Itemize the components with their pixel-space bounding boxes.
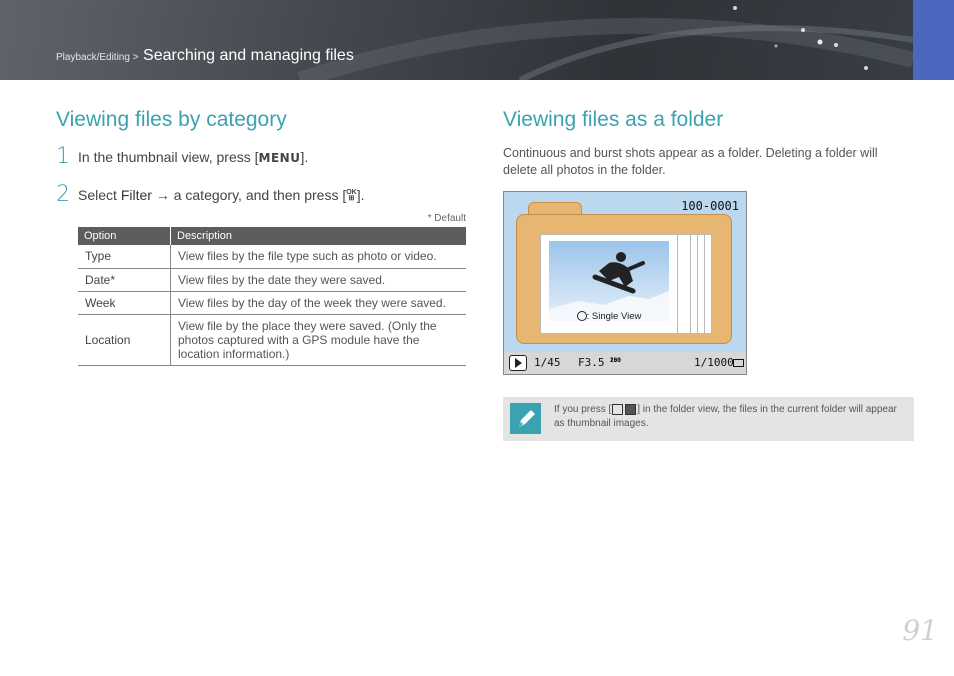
breadcrumb-section: Playback/Editing > (56, 52, 139, 63)
step-2: 2 Select Filter → a category, and then p… (56, 182, 365, 207)
default-note: * Default (427, 213, 466, 224)
playback-icon (509, 355, 527, 371)
breadcrumb-page: Searching and managing files (143, 47, 354, 64)
camera-screen-illustration: 100-0001 : Single View 1/45 F3.5 ISO 200 … (503, 191, 747, 375)
step-1: 1 In the thumbnail view, press [MENU]. (56, 144, 309, 169)
table-row: Type View files by the file type such as… (78, 245, 466, 269)
table-row: Week View files by the day of the week t… (78, 291, 466, 315)
snowboarder-icon (549, 252, 669, 321)
menu-key-icon: MENU (258, 151, 301, 165)
table-cell-option: Type (78, 245, 171, 269)
table-cell-option: Date* (78, 268, 171, 292)
ok-key-bottom: ⊞ (348, 195, 355, 203)
step-2-text-after: ]. (356, 187, 365, 203)
table-row: Date* View files by the date they were s… (78, 268, 466, 292)
ok-key-icon: OK ⊞ (346, 189, 357, 203)
zoom-out-icon (625, 403, 637, 415)
table-cell-description: View files by the day of the week they w… (170, 291, 466, 315)
snowboarder-image: : Single View (549, 241, 669, 321)
table-cell-description: View file by the place they were saved. … (170, 314, 466, 366)
tip-text: If you press [] in the folder view, the … (554, 403, 910, 431)
aperture-value: F3.5 (578, 356, 605, 369)
shutter-speed: 1/1000 (694, 356, 734, 369)
header-swirl-decoration (297, 6, 915, 80)
file-counter: 100-0001 (681, 199, 739, 213)
table-row: Location View file by the place they wer… (78, 314, 466, 366)
table-cell-description: View files by the date they were saved. (170, 268, 466, 292)
table-header-description: Description (170, 227, 466, 245)
folder-cover-photo: : Single View (540, 234, 678, 334)
folder-description: Continuous and burst shots appear as a f… (503, 146, 878, 177)
table-cell-description: View files by the file type such as phot… (170, 245, 466, 269)
camera-status-bar: 1/45 F3.5 ISO 200 1/1000 (504, 352, 746, 374)
battery-icon (733, 359, 744, 367)
step-2-filter-label: Filter (120, 187, 152, 203)
step-1-text-before: In the thumbnail view, press [ (78, 149, 259, 165)
single-view-hint: : Single View (549, 311, 669, 321)
thumbnail-view-icon (612, 403, 624, 415)
pencil-icon (510, 403, 541, 434)
header-blue-tab (913, 0, 954, 80)
zoom-icon (576, 311, 587, 321)
iso-value: 200 (610, 357, 621, 364)
step-2-text-before: Select (78, 187, 121, 203)
options-table: Option Description Type View files by th… (78, 227, 466, 366)
table-header-row: Option Description (78, 227, 466, 245)
right-section-title: Viewing files as a folder (503, 108, 724, 131)
tip-note: If you press [] in the folder view, the … (503, 397, 914, 441)
step-1-text-after: ]. (300, 149, 309, 165)
table-cell-option: Location (78, 314, 171, 366)
step-2-number: 2 (56, 182, 70, 207)
table-header-option: Option (78, 227, 171, 245)
table-cell-option: Week (78, 291, 171, 315)
breadcrumb: Playback/Editing > Searching and managin… (56, 47, 354, 65)
shutter-count: 1/45 (534, 356, 561, 369)
tip-text-before: If you press [ (554, 404, 612, 415)
page-header: Playback/Editing > Searching and managin… (0, 0, 954, 80)
page-number: 91 (902, 614, 938, 647)
step-2-text-mid: → a category, and then press [ (151, 187, 347, 203)
step-1-number: 1 (56, 144, 70, 169)
left-section-title: Viewing files by category (56, 108, 287, 131)
single-view-label: : Single View (586, 311, 642, 321)
